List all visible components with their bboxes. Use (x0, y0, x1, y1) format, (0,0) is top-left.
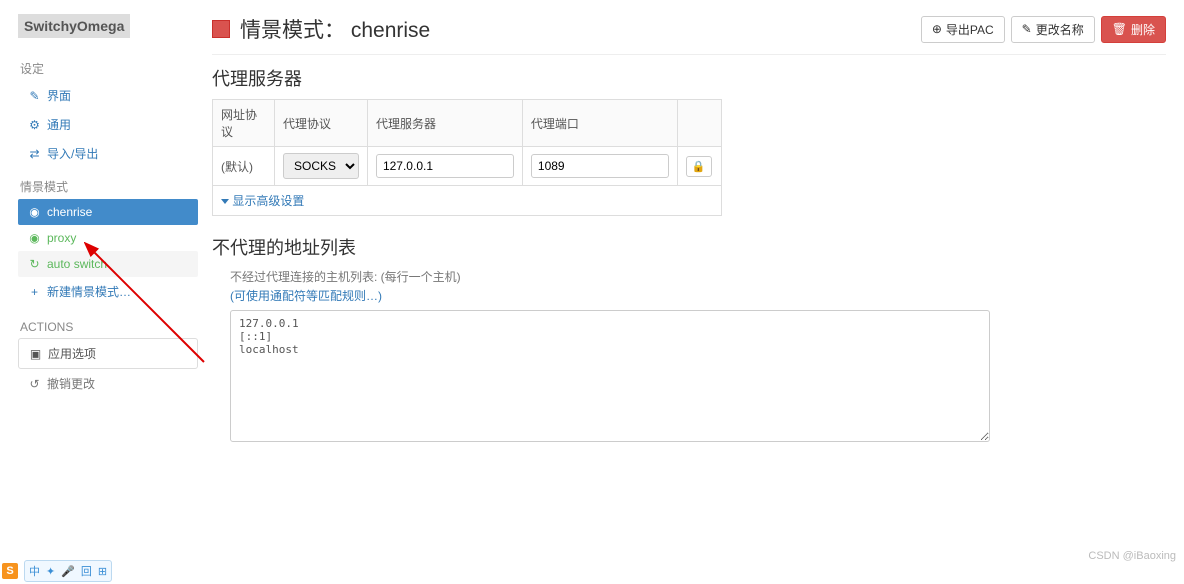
rename-button[interactable]: ✎ 更改名称 (1011, 16, 1095, 43)
sidebar-item-import-export[interactable]: ⇄ 导入/导出 (18, 139, 198, 168)
switch-icon: ↻ (28, 258, 41, 271)
plus-icon: + (28, 285, 41, 298)
ime-taskbar: S 中 ✦ 🎤 回 ⊞ (2, 560, 112, 582)
bypass-section-title: 不代理的地址列表 (212, 234, 1166, 260)
server-input[interactable] (376, 154, 514, 178)
sidebar-section-settings: 设定 (18, 56, 198, 81)
sidebar-item-chenrise[interactable]: ◉ chenrise (18, 199, 198, 225)
download-icon: ⊕ (932, 22, 942, 36)
export-pac-button[interactable]: ⊕ 导出PAC (921, 16, 1005, 43)
ime-item[interactable]: 回 (81, 563, 92, 579)
ime-item[interactable]: 中 (29, 563, 40, 579)
page-title-name: chenrise (351, 19, 430, 42)
bypass-textarea[interactable]: 127.0.0.1 [::1] localhost (230, 310, 990, 442)
bypass-note: 不经过代理连接的主机列表: (每行一个主机) (230, 268, 1166, 285)
sidebar-item-proxy[interactable]: ◉ proxy (18, 225, 198, 251)
ime-item[interactable]: ✦ (46, 565, 55, 578)
sidebar-section-profiles: 情景模式 (18, 174, 198, 199)
proxy-section-title: 代理服务器 (212, 65, 1166, 91)
app-title: SwitchyOmega (18, 14, 130, 38)
sidebar-item-undo[interactable]: ↺ 撤销更改 (18, 369, 198, 398)
ime-item[interactable]: 🎤 (61, 565, 75, 578)
sidebar-item-label: 撤销更改 (47, 375, 95, 392)
sidebar-item-label: auto switch (47, 257, 107, 271)
lock-icon: 🔒 (692, 161, 706, 173)
sidebar-item-general[interactable]: ⚙ 通用 (18, 110, 198, 139)
scheme-default: (默认) (213, 147, 275, 186)
sidebar-item-label: 应用选项 (48, 345, 96, 362)
sidebar-item-new-profile[interactable]: + 新建情景模式… (18, 277, 198, 306)
sidebar-item-label: 导入/导出 (47, 145, 98, 162)
bypass-wildcard-link[interactable]: (可使用通配符等匹配规则…) (230, 287, 382, 304)
sidebar-item-label: 新建情景模式… (47, 283, 131, 300)
protocol-select[interactable]: SOCKS5 (283, 153, 359, 179)
sidebar-item-auto-switch[interactable]: ↻ auto switch (18, 251, 198, 277)
col-server: 代理服务器 (367, 100, 522, 147)
proxy-table: 网址协议 代理协议 代理服务器 代理端口 (默认) SOCKS5 🔒 (212, 99, 722, 216)
sidebar-item-label: 通用 (47, 116, 71, 133)
sidebar-item-apply[interactable]: ▣ 应用选项 (18, 338, 198, 369)
globe-icon: ◉ (28, 206, 41, 219)
col-port: 代理端口 (522, 100, 677, 147)
col-scheme: 网址协议 (213, 100, 275, 147)
col-auth (677, 100, 721, 147)
sidebar-item-interface[interactable]: ✎ 界面 (18, 81, 198, 110)
ime-item[interactable]: ⊞ (98, 565, 107, 578)
gear-icon: ⚙ (28, 118, 41, 131)
edit-icon: ✎ (1022, 22, 1032, 36)
sidebar-section-actions: ACTIONS (18, 316, 198, 338)
col-protocol: 代理协议 (274, 100, 367, 147)
auth-lock-button[interactable]: 🔒 (686, 156, 712, 177)
port-input[interactable] (531, 154, 669, 178)
page-title: 情景模式： chenrise (212, 14, 430, 44)
show-advanced-toggle[interactable]: 显示高级设置 (213, 186, 722, 216)
page-title-prefix: 情景模式： (240, 19, 345, 42)
sidebar-item-label: 界面 (47, 87, 71, 104)
globe-icon: ◉ (28, 232, 41, 245)
ime-badge[interactable]: S (2, 563, 18, 579)
disk-icon: ▣ (29, 347, 42, 360)
sidebar-item-label: proxy (47, 231, 76, 245)
sidebar-item-label: chenrise (47, 205, 92, 219)
profile-color-swatch[interactable] (212, 20, 230, 38)
watermark: CSDN @iBaoxing (1088, 550, 1176, 562)
delete-button[interactable]: 🗑 删除 (1101, 16, 1166, 43)
transfer-icon: ⇄ (28, 147, 41, 160)
wrench-icon: ✎ (28, 89, 41, 102)
undo-icon: ↺ (28, 377, 41, 390)
trash-icon: 🗑 (1112, 22, 1127, 36)
chevron-down-icon (221, 199, 229, 204)
